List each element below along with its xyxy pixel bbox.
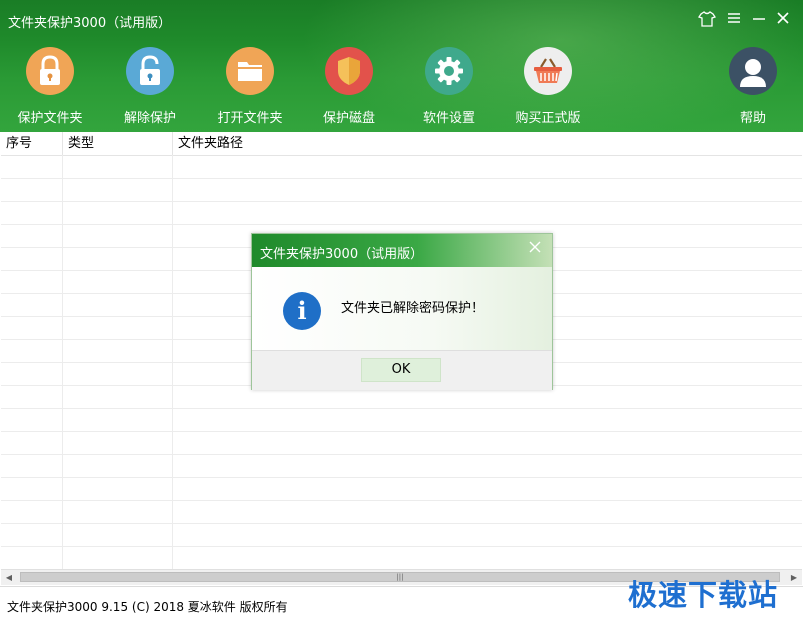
unprotect-button[interactable]: 解除保护 — [105, 47, 195, 127]
close-icon[interactable] — [773, 10, 793, 30]
help-label: 帮助 — [739, 111, 766, 126]
table-row-line — [1, 224, 802, 225]
buy-label: 购买正式版 — [515, 111, 581, 126]
table-row-line — [1, 201, 802, 202]
table-header: 序号 类型 文件夹路径 — [1, 132, 802, 156]
scroll-left-icon[interactable]: ◀ — [1, 570, 17, 585]
copyright-text: 文件夹保护3000 9.15 (C) 2018 夏冰软件 版权所有 — [7, 600, 288, 614]
table-row-line — [1, 178, 802, 179]
app-header: 文件夹保护3000（试用版） 保护文件夹 解除保护 打开文件夹 保护磁盘 软件设… — [0, 0, 803, 132]
dialog-title: 文件夹保护3000（试用版） — [260, 247, 424, 262]
table-row-line — [1, 500, 802, 501]
info-icon: i — [283, 292, 321, 330]
lock-icon — [26, 47, 74, 95]
open-folder-button[interactable]: 打开文件夹 — [205, 47, 295, 127]
settings-button[interactable]: 软件设置 — [404, 47, 494, 127]
minimize-icon[interactable] — [749, 10, 769, 30]
window-title: 文件夹保护3000（试用版） — [8, 16, 172, 31]
help-button[interactable]: 帮助 — [708, 47, 798, 127]
column-header-path[interactable]: 文件夹路径 — [173, 132, 802, 155]
message-dialog: 文件夹保护3000（试用版） i 文件夹已解除密码保护！ OK — [251, 233, 553, 390]
dialog-footer: OK — [252, 350, 552, 390]
dialog-close-icon[interactable] — [526, 240, 544, 258]
skin-icon[interactable] — [697, 10, 717, 30]
table-row-line — [1, 523, 802, 524]
table-row-line — [1, 546, 802, 547]
basket-icon — [524, 47, 572, 95]
dialog-titlebar: 文件夹保护3000（试用版） — [252, 234, 552, 267]
scroll-right-icon[interactable]: ▶ — [786, 570, 802, 585]
table-row-line — [1, 408, 802, 409]
table-row-line — [1, 431, 802, 432]
buy-button[interactable]: 购买正式版 — [503, 47, 593, 127]
column-header-type[interactable]: 类型 — [63, 132, 173, 155]
table-row-line — [1, 477, 802, 478]
shield-icon — [325, 47, 373, 95]
menu-icon[interactable] — [724, 10, 744, 30]
table-row-line — [1, 454, 802, 455]
unlock-icon — [126, 47, 174, 95]
ok-button[interactable]: OK — [361, 358, 441, 382]
protect-folder-label: 保护文件夹 — [17, 111, 83, 126]
dialog-message: 文件夹已解除密码保护！ — [341, 301, 485, 316]
protect-disk-label: 保护磁盘 — [322, 111, 375, 126]
column-header-index[interactable]: 序号 — [1, 132, 63, 155]
protect-folder-button[interactable]: 保护文件夹 — [5, 47, 95, 127]
unprotect-label: 解除保护 — [123, 111, 176, 126]
watermark-logo: 极速下载站 — [628, 578, 779, 612]
user-help-icon — [729, 47, 777, 95]
folder-icon — [226, 47, 274, 95]
open-folder-label: 打开文件夹 — [217, 111, 283, 126]
settings-label: 软件设置 — [422, 111, 475, 126]
protect-disk-button[interactable]: 保护磁盘 — [304, 47, 394, 127]
gear-icon — [425, 47, 473, 95]
